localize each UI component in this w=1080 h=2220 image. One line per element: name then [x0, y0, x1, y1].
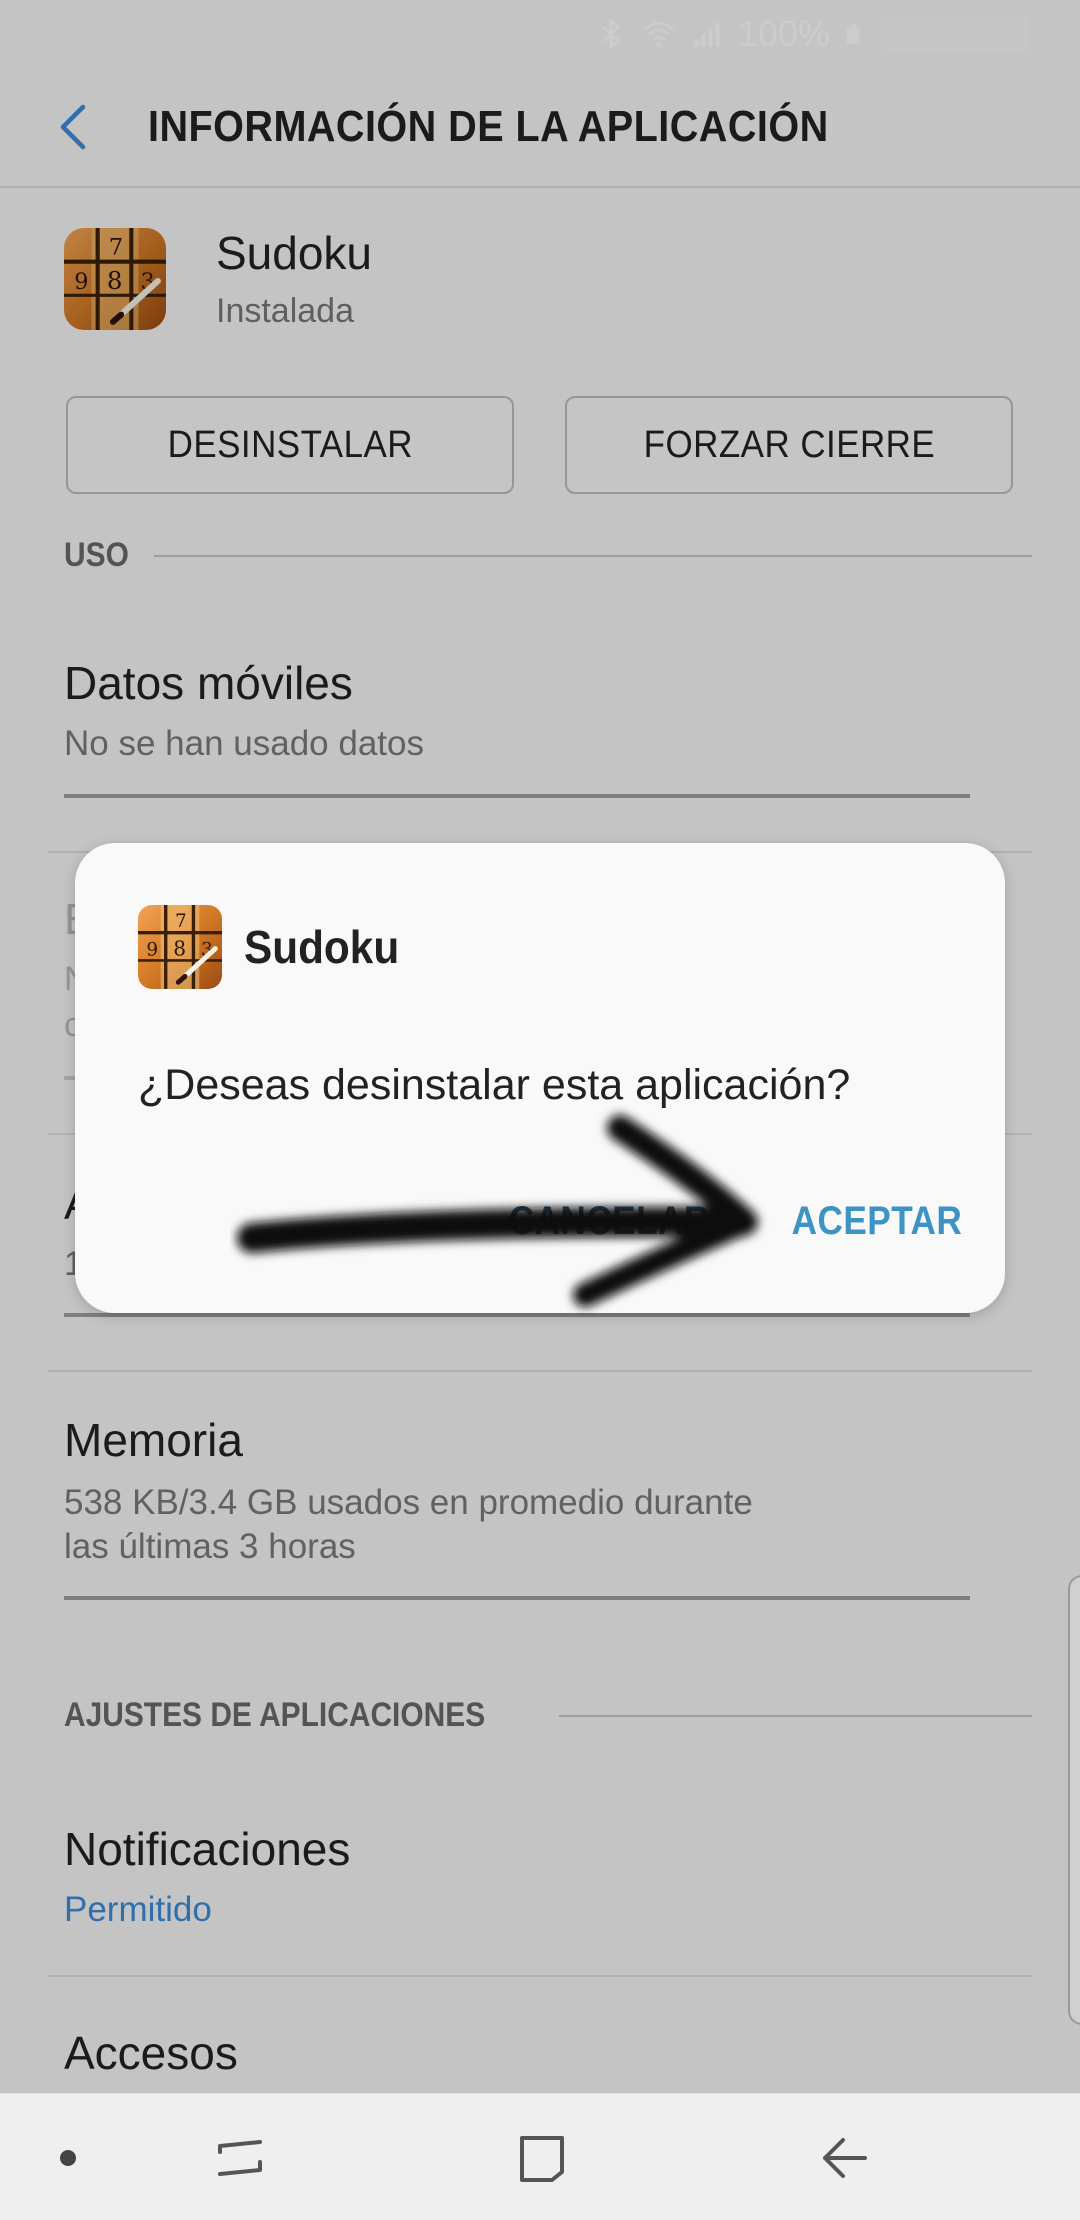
- sudoku-app-icon: 7 9 8 3: [138, 905, 222, 989]
- cancel-button[interactable]: CANCELAR: [509, 1199, 710, 1244]
- nav-back-button[interactable]: [785, 2094, 905, 2220]
- home-button[interactable]: [482, 2094, 602, 2220]
- uninstall-dialog: 7 9 8 3 Sudoku ¿Deseas desinstalar esta …: [75, 843, 1005, 1313]
- home-icon: [520, 2135, 564, 2182]
- back-arrow-icon: [823, 2137, 867, 2178]
- dialog-header: 7 9 8 3 Sudoku: [138, 905, 413, 989]
- recents-icon: [218, 2139, 262, 2176]
- navigation-bar: [0, 2093, 1080, 2220]
- scroll-handle[interactable]: [1068, 1575, 1080, 2025]
- svg-text:9: 9: [146, 939, 158, 960]
- recents-button[interactable]: [180, 2094, 300, 2220]
- svg-text:8: 8: [173, 936, 186, 960]
- svg-text:7: 7: [175, 911, 187, 932]
- dialog-message: ¿Deseas desinstalar esta aplicación?: [138, 1061, 851, 1109]
- accept-button[interactable]: ACEPTAR: [792, 1199, 963, 1244]
- dot-icon: [60, 2149, 76, 2166]
- dialog-title: Sudoku: [244, 921, 400, 973]
- nav-dot-button[interactable]: [8, 2094, 128, 2220]
